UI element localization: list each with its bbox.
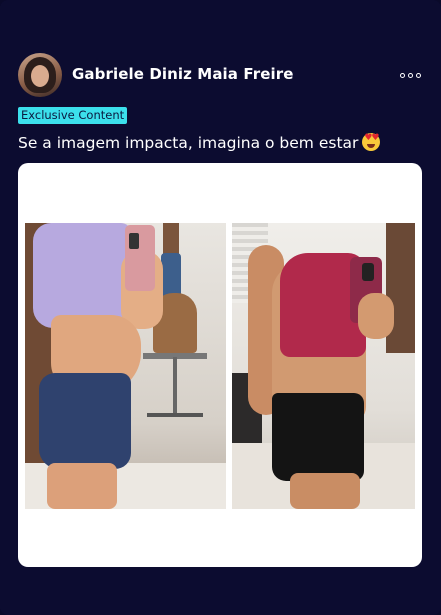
more-options-icon[interactable] [399, 67, 421, 83]
post-caption-text: Se a imagem impacta, imagina o bem estar [18, 134, 359, 152]
post-card: Gabriele Diniz Maia Freire Exclusive Con… [0, 0, 441, 615]
heart-eyes-emoji-icon [362, 133, 381, 151]
post-header: Gabriele Diniz Maia Freire [18, 53, 423, 97]
after-photo [232, 223, 415, 509]
author-name[interactable]: Gabriele Diniz Maia Freire [72, 65, 294, 83]
author-avatar[interactable] [18, 53, 62, 97]
before-photo [25, 223, 226, 509]
post-caption: Se a imagem impacta, imagina o bem estar [18, 133, 381, 152]
exclusive-content-badge: Exclusive Content [18, 107, 128, 124]
post-media[interactable] [18, 163, 422, 567]
